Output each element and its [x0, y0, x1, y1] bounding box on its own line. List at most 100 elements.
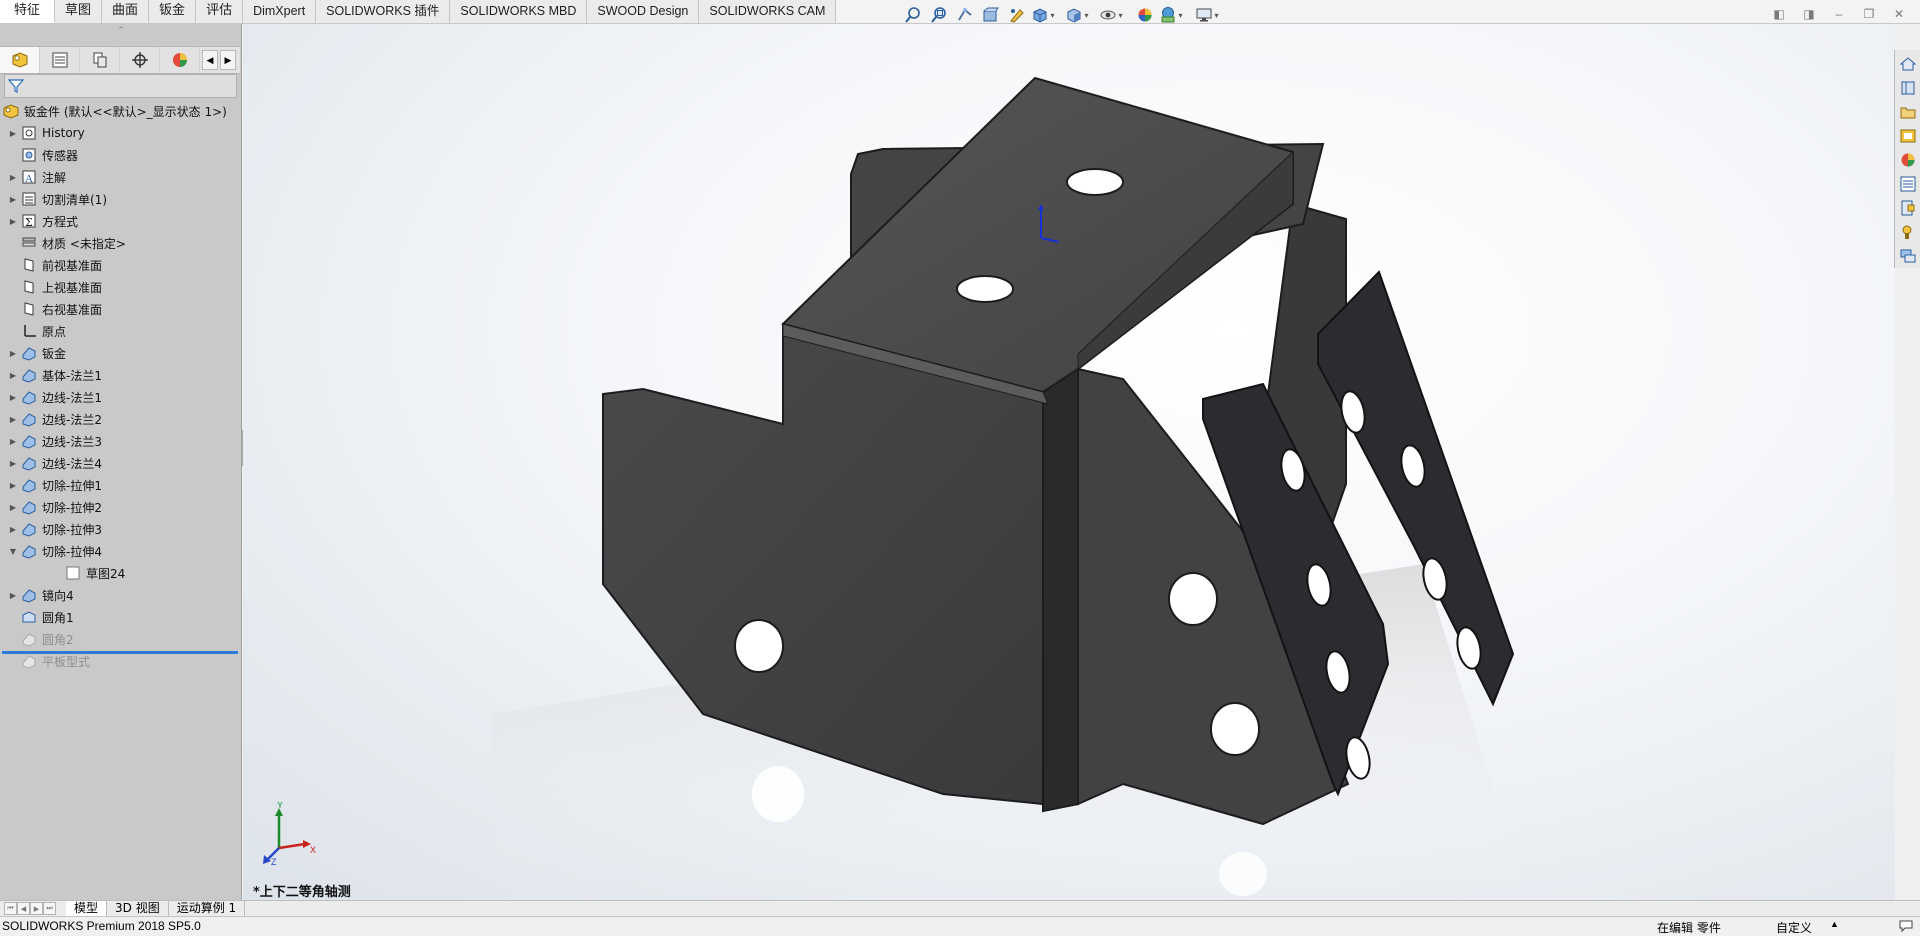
expand-toggle-icon[interactable]: ▶	[6, 122, 20, 144]
next-tab-icon[interactable]: ▶	[30, 902, 43, 915]
expand-toggle-icon[interactable]: ▶	[6, 188, 20, 210]
sheet-metal-part[interactable]	[243, 24, 1895, 900]
feature-icon	[20, 322, 38, 340]
tab-nav-arrows: ⏮ ◀ ▶ ⏭	[4, 902, 56, 915]
tabs-scroll-left-icon[interactable]: ◀	[202, 50, 218, 70]
tree-root-part[interactable]: 钣金件 (默认<<默认>_显示状态 1>)	[0, 100, 240, 122]
tree-item-label: 切除-拉伸2	[42, 500, 102, 515]
tree-item[interactable]: ▶ 切除-拉伸2	[0, 496, 240, 518]
filter-icon	[8, 79, 24, 93]
feature-tree-filter[interactable]	[4, 74, 237, 98]
expand-toggle-icon[interactable]: ▶	[6, 518, 20, 540]
model-tab[interactable]: 模型	[66, 900, 108, 917]
tree-item[interactable]: ▶ 镜向4	[0, 584, 240, 606]
expand-toggle-icon[interactable]: ▶	[6, 210, 20, 232]
tree-item-label: 原点	[42, 324, 67, 339]
prev-tab-icon[interactable]: ◀	[17, 902, 30, 915]
solidworks-resources-icon[interactable]	[1897, 53, 1919, 75]
propertymanager-tab-icon[interactable]	[40, 47, 80, 73]
feature-icon	[20, 542, 38, 560]
tree-item[interactable]: 上视基准面	[0, 276, 240, 298]
command-tab[interactable]: 钣金	[149, 0, 197, 23]
tree-item[interactable]: 原点	[0, 320, 240, 342]
tree-item[interactable]: 草图24	[0, 562, 240, 584]
tree-item[interactable]: ▶ 边线-法兰4	[0, 452, 240, 474]
expand-toggle-icon	[6, 320, 20, 342]
model-tab[interactable]: 运动算例 1	[169, 900, 246, 917]
unit-system[interactable]: 自定义	[1776, 919, 1812, 936]
tree-item[interactable]: 前视基准面	[0, 254, 240, 276]
feature-icon	[20, 520, 38, 538]
close-icon[interactable]: ✕	[1890, 6, 1908, 22]
command-tab[interactable]: SOLIDWORKS 插件	[316, 0, 451, 23]
graphics-area[interactable]: Y X Z *上下二等角轴测	[243, 24, 1895, 900]
displaymanager-tab-icon[interactable]	[160, 47, 200, 73]
expand-toggle-icon[interactable]: ▼	[6, 540, 20, 562]
tree-item[interactable]: 材质 <未指定>	[0, 232, 240, 254]
expand-toggle-icon[interactable]: ▶	[6, 474, 20, 496]
tree-item[interactable]: ▶ 基体-法兰1	[0, 364, 240, 386]
solidworks-forum-icon[interactable]	[1897, 197, 1919, 219]
expand-toggle-icon[interactable]: ▶	[6, 342, 20, 364]
task-scheduler-icon[interactable]	[1897, 221, 1919, 243]
tree-item[interactable]: 传感器	[0, 144, 240, 166]
expand-toggle-icon[interactable]: ▶	[6, 584, 20, 606]
tree-item[interactable]: ▶ 切除-拉伸3	[0, 518, 240, 540]
expand-toggle-icon[interactable]: ▶	[6, 496, 20, 518]
unit-system-caret-icon[interactable]: ▲	[1830, 919, 1839, 929]
expand-toggle-icon[interactable]: ▶	[6, 430, 20, 452]
tile-right-icon[interactable]: ◨	[1800, 6, 1818, 22]
tabs-scroll-right-icon[interactable]: ▶	[220, 50, 236, 70]
configurationmanager-tab-icon[interactable]	[80, 47, 120, 73]
expand-toggle-icon[interactable]: ▶	[6, 452, 20, 474]
expand-toggle-icon[interactable]: ▶	[6, 364, 20, 386]
help-icon[interactable]	[1898, 919, 1914, 936]
tree-item[interactable]: 圆角1	[0, 606, 240, 628]
window-controls: ◧ ◨ – ❐ ✕	[1770, 6, 1908, 22]
tree-item[interactable]: ▶ 边线-法兰3	[0, 430, 240, 452]
tree-item-label: 圆角1	[42, 610, 74, 625]
command-tab[interactable]: DimXpert	[243, 0, 317, 23]
expand-toggle-icon[interactable]: ▶	[6, 408, 20, 430]
restore-icon[interactable]: ❐	[1860, 6, 1878, 22]
tree-item[interactable]: ▶ History	[0, 122, 240, 144]
design-library-icon[interactable]	[1897, 77, 1919, 99]
command-tab[interactable]: SOLIDWORKS CAM	[699, 0, 837, 23]
dimxpertmanager-tab-icon[interactable]	[120, 47, 160, 73]
file-explorer-icon[interactable]	[1897, 101, 1919, 123]
tree-item-label: 切割清单(1)	[42, 192, 107, 207]
expand-toggle-icon[interactable]: ▶	[6, 166, 20, 188]
command-tab[interactable]: 草图	[55, 0, 103, 23]
feature-icon: Σ	[20, 212, 38, 230]
rollback-bar[interactable]	[2, 651, 238, 654]
view-palette-icon[interactable]	[1897, 125, 1919, 147]
community-icon[interactable]	[1897, 245, 1919, 267]
featuremanager-tab-icon[interactable]	[0, 47, 40, 73]
command-tab[interactable]: 曲面	[102, 0, 150, 23]
first-tab-icon[interactable]: ⏮	[4, 902, 17, 915]
tree-item[interactable]: ▶ 切割清单(1)	[0, 188, 240, 210]
tree-item[interactable]: ▶ 边线-法兰1	[0, 386, 240, 408]
expand-toggle-icon[interactable]: ▶	[6, 386, 20, 408]
tree-item[interactable]: ▶ 边线-法兰2	[0, 408, 240, 430]
tree-item[interactable]: ▶ 切除-拉伸1	[0, 474, 240, 496]
minimize-icon[interactable]: –	[1830, 6, 1848, 22]
tree-item[interactable]: ▼ 切除-拉伸4	[0, 540, 240, 562]
model-tab[interactable]: 3D 视图	[107, 900, 169, 917]
tree-item[interactable]: 圆角2	[0, 628, 240, 650]
tree-item[interactable]: ▶ 钣金	[0, 342, 240, 364]
expand-toggle-icon	[50, 562, 64, 584]
command-tab[interactable]: 评估	[196, 0, 244, 23]
command-tab[interactable]: SWOOD Design	[587, 0, 700, 23]
panel-collapse-grip[interactable]: ⌃	[0, 24, 242, 38]
custom-properties-icon[interactable]	[1897, 173, 1919, 195]
tree-item[interactable]: ▶ Σ 方程式	[0, 210, 240, 232]
tree-item[interactable]: ▶ A 注解	[0, 166, 240, 188]
command-tab[interactable]: 特征	[0, 0, 56, 23]
feature-icon	[20, 366, 38, 384]
last-tab-icon[interactable]: ⏭	[43, 902, 56, 915]
tile-left-icon[interactable]: ◧	[1770, 6, 1788, 22]
appearances-scenes-icon[interactable]	[1897, 149, 1919, 171]
tree-item[interactable]: 右视基准面	[0, 298, 240, 320]
command-tab[interactable]: SOLIDWORKS MBD	[450, 0, 588, 23]
